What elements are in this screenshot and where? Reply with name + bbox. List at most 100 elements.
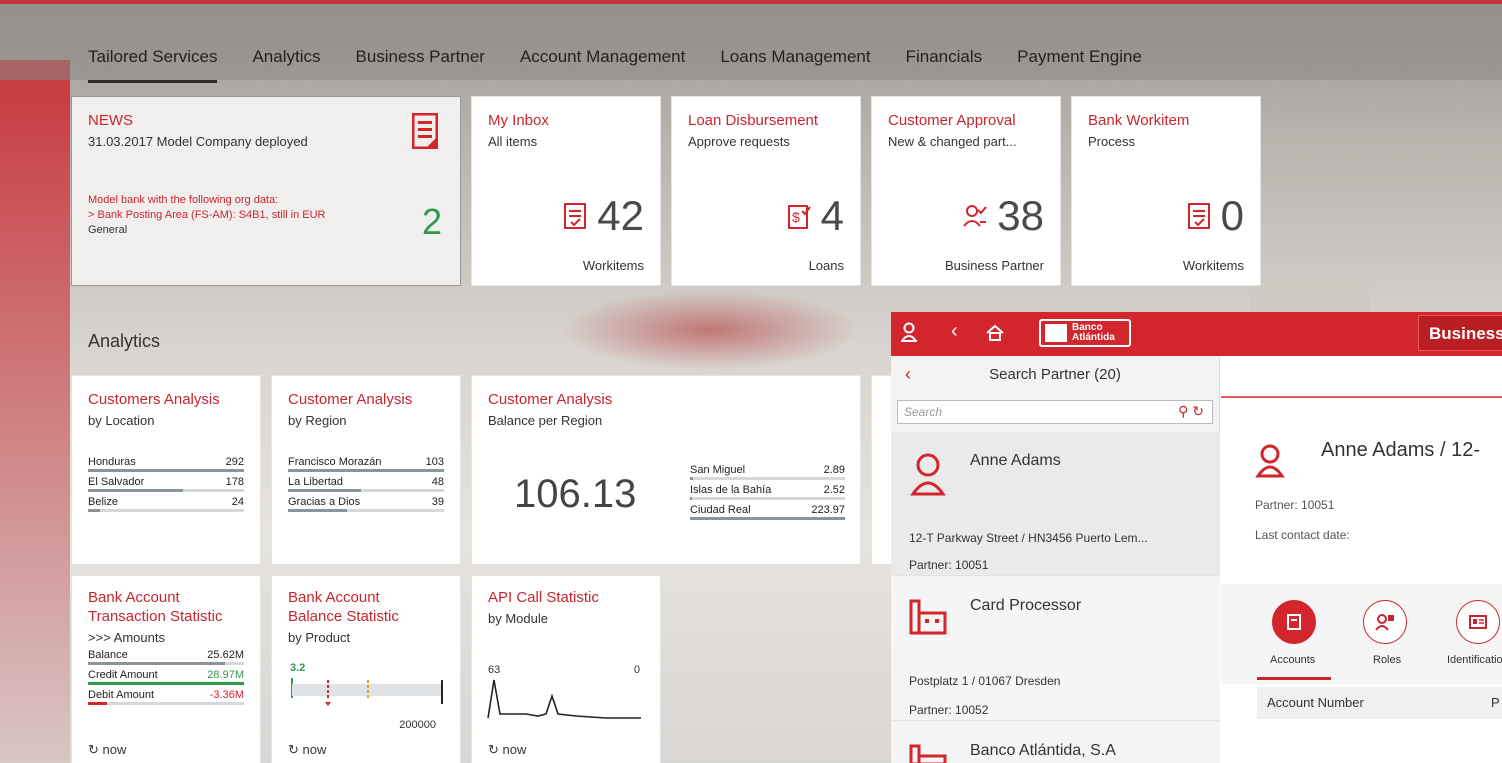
balance-bars: San Miguel 2.89 Islas de la Bahía 2.52 Ciu… (690, 460, 845, 520)
customers-by-location-tile[interactable]: Customers Analysis by Location Honduras 2… (71, 375, 261, 565)
bar-track (88, 662, 244, 665)
tab-label-accounts: Accounts (1270, 654, 1316, 666)
bar-track (690, 477, 845, 480)
bar-label: El Salvador (88, 476, 145, 488)
business-button[interactable]: Business (1418, 315, 1502, 351)
refresh-indicator[interactable]: ↻ now (488, 742, 526, 758)
search-placeholder: Search (904, 405, 943, 419)
bar-value: 2.89 (823, 464, 845, 476)
balance-big-number: 106.13 (514, 472, 637, 516)
tab-accounts[interactable] (1272, 600, 1316, 644)
col-account-number: Account Number (1267, 695, 1364, 710)
partner-list-pane: ‹ Search Partner (20) Search ⚲ ↻ Anne Ad… (891, 356, 1220, 763)
partner-id: Partner: 10052 (909, 703, 989, 717)
bar-track (88, 702, 244, 705)
bar-label: Credit Amount (88, 669, 158, 681)
workitem-icon (1187, 203, 1210, 229)
tab-identification[interactable] (1456, 600, 1500, 644)
launchpad-header: Tailored Services Analytics Business Par… (0, 4, 1502, 83)
bar-track (88, 489, 244, 492)
partner-detail-pane: Anne Adams / 12- Partner: 10051 Last con… (1221, 356, 1502, 763)
list-item[interactable]: Banco Atlántida, S.A (891, 722, 1220, 763)
bar-value: 2.52 (823, 484, 845, 496)
active-tab-underline (1257, 677, 1331, 680)
bar-row: Debit Amount -3.36M (88, 689, 244, 701)
refresh-icon: ↻ (88, 742, 99, 757)
approval-value: 38 (997, 192, 1044, 239)
id-card-icon (1469, 615, 1487, 629)
transaction-bars: Balance 25.62M Credit Amount 28.97M Debit … (88, 649, 244, 705)
search-icon[interactable]: ⚲ ↻ (1178, 403, 1204, 420)
tab-label-roles: Roles (1373, 654, 1402, 666)
home-icon[interactable] (986, 324, 1004, 347)
tab-financials[interactable]: Financials (906, 47, 983, 67)
list-item[interactable]: Card Processor Postplatz 1 / 01067 Dresd… (891, 577, 1220, 721)
inbox-subtitle: All items (488, 134, 538, 149)
bar-row: El Salvador 178 (88, 476, 244, 488)
svg-text:$: $ (792, 209, 800, 225)
refresh-label: now (102, 742, 127, 757)
api-subtitle: by Module (488, 611, 548, 626)
loan-disbursement-tile[interactable]: Loan Disbursement Approve requests $ 4 L… (671, 96, 861, 286)
tab-account-management[interactable]: Account Management (520, 47, 685, 67)
bar-row: Ciudad Real 223.97 (690, 504, 845, 516)
location-title: Customers Analysis (88, 391, 220, 408)
balance-statistic-tile[interactable]: Bank Account Balance Statistic by Produc… (271, 575, 461, 763)
bar-row: Belize 24 (88, 496, 244, 508)
partner-approve-icon (963, 205, 988, 227)
search-title: Search Partner (20) (989, 366, 1121, 383)
partner-name: Banco Atlántida, S.A (970, 742, 1116, 759)
balancestat-title-2: Balance Statistic (288, 608, 399, 625)
news-tile[interactable]: NEWS 31.03.2017 Model Company deployed M… (71, 96, 461, 286)
bar-track (88, 469, 244, 472)
partner-name: Card Processor (970, 597, 1082, 614)
person-icon (1255, 444, 1285, 478)
refresh-label: now (502, 742, 527, 757)
user-icon[interactable] (900, 322, 918, 348)
customer-approval-tile[interactable]: Customer Approval New & changed part... … (871, 96, 1061, 286)
bar-row: Francisco Morazán 103 (288, 456, 444, 468)
refresh-indicator[interactable]: ↻ now (88, 742, 126, 758)
roles-icon (1375, 614, 1394, 631)
api-right-value: 0 (633, 664, 640, 676)
tab-analytics[interactable]: Analytics (252, 47, 320, 67)
bar-track (88, 509, 244, 512)
bar-label: La Libertad (288, 476, 344, 488)
accounts-icon (1287, 614, 1301, 630)
header-divider (1221, 396, 1502, 398)
tab-tailored-services[interactable]: Tailored Services (88, 47, 218, 83)
bar-label: Ciudad Real (690, 504, 751, 516)
tab-loans-management[interactable]: Loans Management (720, 47, 870, 67)
bar-track (288, 489, 444, 492)
refresh-indicator[interactable]: ↻ now (288, 742, 326, 758)
partner-address: 12-T Parkway Street / HN3456 Puerto Lem.… (909, 531, 1148, 545)
transaction-statistic-tile[interactable]: Bank Account Transaction Statistic >>> A… (71, 575, 261, 763)
tab-payment-engine[interactable]: Payment Engine (1017, 47, 1142, 67)
customers-by-region-tile[interactable]: Customer Analysis by Region Francisco Mo… (271, 375, 461, 565)
my-inbox-tile[interactable]: My Inbox All items 42 Workitems (471, 96, 661, 286)
tab-roles[interactable] (1363, 600, 1407, 644)
back-icon[interactable]: ‹ (905, 364, 911, 385)
workitem-icon (564, 203, 587, 229)
balance-per-region-tile[interactable]: Customer Analysis Balance per Region 106… (471, 375, 861, 565)
bar-label: San Miguel (690, 464, 746, 476)
detail-partner: Partner: 10051 (1255, 498, 1335, 512)
workitem-subtitle: Process (1088, 134, 1135, 149)
balancestat-subtitle: by Product (288, 630, 351, 645)
balancestat-min: 3.2 (290, 662, 306, 674)
back-icon[interactable]: ‹ (951, 320, 958, 343)
bar-label: Gracias a Dios (288, 496, 361, 508)
bar-value: 48 (431, 476, 444, 488)
tab-business-partner[interactable]: Business Partner (355, 47, 484, 67)
search-input[interactable]: Search ⚲ ↻ (897, 400, 1213, 424)
location-bars: Honduras 292 El Salvador 178 Belize 24 (88, 456, 244, 512)
loan-subtitle: Approve requests (688, 134, 790, 149)
list-item[interactable]: Anne Adams 12-T Parkway Street / HN3456 … (891, 432, 1220, 576)
bank-logo: Banco Atlántida (1039, 319, 1131, 347)
api-call-statistic-tile[interactable]: API Call Statistic by Module 63 0 ↻ now (471, 575, 661, 763)
bank-workitem-tile[interactable]: Bank Workitem Process 0 Workitems (1071, 96, 1261, 286)
business-partner-app: ‹ Banco Atlántida Business ‹ Search Partn… (891, 312, 1502, 763)
bullet-chart (291, 678, 443, 706)
workitem-footer: Workitems (1182, 258, 1244, 273)
bar-value: 223.97 (811, 504, 845, 516)
